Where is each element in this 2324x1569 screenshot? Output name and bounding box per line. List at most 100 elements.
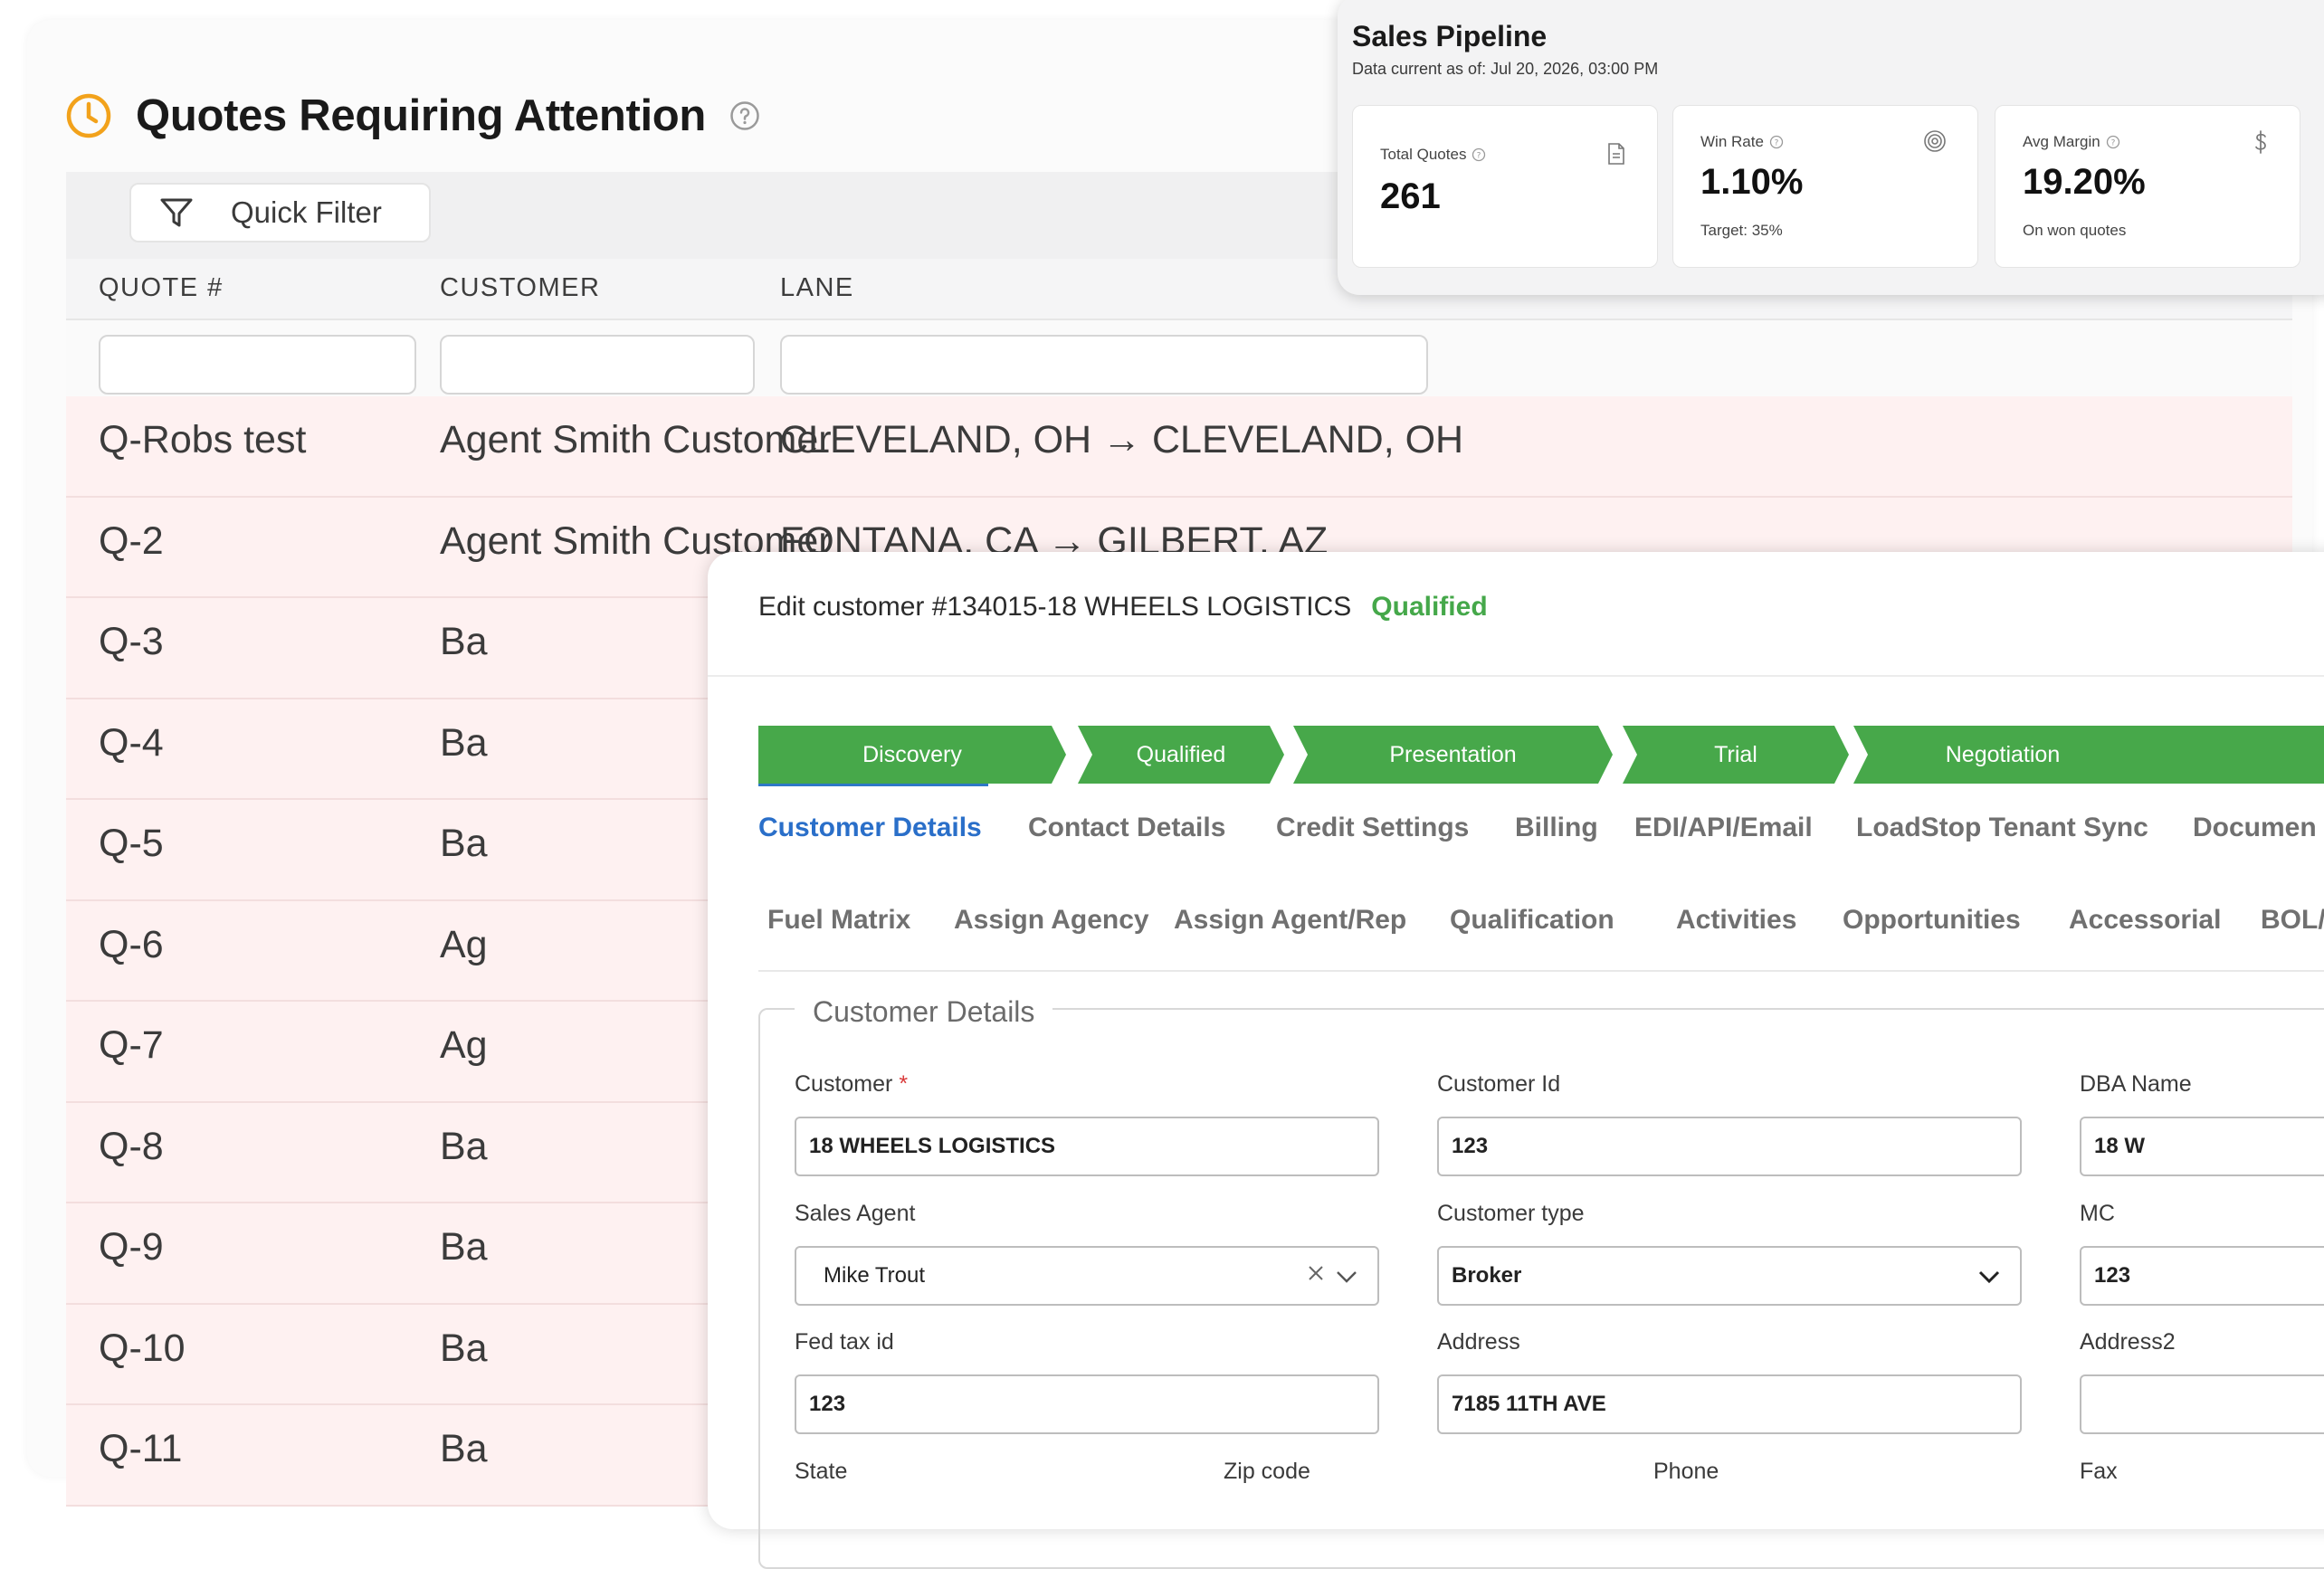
sales-agent-select[interactable]: Mike Trout: [795, 1246, 1379, 1306]
table-row[interactable]: Q-Robs test Agent Smith Customer CLEVELAND…: [66, 396, 2292, 498]
quick-filter-button[interactable]: Quick Filter: [129, 183, 431, 242]
mc-input[interactable]: 123: [2080, 1246, 2324, 1306]
fed-tax-id-input[interactable]: 123: [795, 1374, 1379, 1434]
quote-number-cell: Q-10: [99, 1326, 186, 1370]
stat-note: On won quotes: [2023, 222, 2127, 239]
stat-label-text: Avg Margin: [2023, 133, 2100, 150]
stage-trial[interactable]: Trial: [1623, 726, 1849, 784]
customer-label: Customer *: [795, 1071, 908, 1098]
quote-number-cell: Q-7: [99, 1023, 164, 1067]
customer-id-input[interactable]: 123: [1437, 1117, 2022, 1176]
fed-tax-id-label: Fed tax id: [795, 1329, 894, 1355]
svg-text:?: ?: [1477, 152, 1481, 161]
address2-input[interactable]: [2080, 1374, 2324, 1434]
stage-qualified[interactable]: Qualified: [1078, 726, 1284, 784]
mc-value: 123: [2094, 1263, 2131, 1288]
tab-billing[interactable]: Billing: [1515, 813, 1598, 843]
tab-bol[interactable]: BOL/: [2261, 905, 2324, 936]
tab-fuel-matrix[interactable]: Fuel Matrix: [767, 905, 910, 936]
column-header-customer[interactable]: CUSTOMER: [440, 273, 600, 303]
dialog-title: Edit customer #134015-18 WHEELS LOGISTIC…: [758, 592, 1352, 622]
tab-opportunities[interactable]: Opportunities: [1843, 905, 2021, 936]
stage-presentation[interactable]: Presentation: [1293, 726, 1613, 784]
help-icon[interactable]: [729, 100, 760, 131]
clock-icon: [66, 93, 111, 138]
tab-documents[interactable]: Documen: [2193, 813, 2317, 843]
stage-label: Discovery: [862, 741, 962, 767]
lane-filter-input[interactable]: [780, 335, 1428, 395]
customer-cell: Ba: [440, 620, 488, 663]
fax-label: Fax: [2080, 1459, 2118, 1484]
customer-filter-input[interactable]: [440, 335, 755, 395]
svg-text:?: ?: [1775, 139, 1779, 148]
tab-credit-settings[interactable]: Credit Settings: [1276, 813, 1469, 843]
active-stage-underline: [758, 784, 988, 786]
tab-assign-agency[interactable]: Assign Agency: [954, 905, 1149, 936]
stage-label: Negotiation: [1945, 741, 2061, 767]
customer-label-text: Customer: [795, 1071, 893, 1097]
state-label: State: [795, 1459, 848, 1484]
column-filters: [66, 320, 2292, 400]
tabs-divider: [758, 970, 2324, 972]
customer-id-label: Customer Id: [1437, 1071, 1561, 1097]
stat-value: 19.20%: [2023, 162, 2146, 202]
stat-total-quotes: Total Quotes ? 261: [1352, 105, 1658, 268]
chevron-down-icon[interactable]: [1336, 1269, 1357, 1284]
info-icon: ?: [1769, 135, 1784, 149]
sales-pipeline-card: Sales Pipeline Data current as of: Jul 2…: [1338, 0, 2324, 295]
column-header-quote[interactable]: QUOTE #: [99, 273, 224, 303]
tab-activities[interactable]: Activities: [1676, 905, 1796, 936]
stat-value: 261: [1380, 176, 1441, 216]
pipeline-subtitle: Data current as of: Jul 20, 2026, 03:00 …: [1352, 60, 1659, 78]
customer-cell: Ba: [440, 1427, 488, 1470]
stat-avg-margin: Avg Margin ? 19.20% On won quotes: [1995, 105, 2300, 268]
tab-loadstop-tenant-sync[interactable]: LoadStop Tenant Sync: [1856, 813, 2148, 843]
stat-label: Avg Margin ?: [2023, 133, 2120, 151]
pipeline-title: Sales Pipeline: [1352, 20, 1548, 52]
customer-cell: Ba: [440, 1326, 488, 1370]
edit-customer-dialog: Edit customer #134015-18 WHEELS LOGISTIC…: [708, 552, 2324, 1569]
tab-accessorial[interactable]: Accessorial: [2069, 905, 2221, 936]
stat-label: Total Quotes ?: [1380, 146, 1486, 164]
tab-qualification[interactable]: Qualification: [1450, 905, 1614, 936]
address-input[interactable]: 7185 11TH AVE: [1437, 1374, 2022, 1434]
quote-number-cell: Q-6: [99, 922, 164, 966]
tab-assign-agent-rep[interactable]: Assign Agent/Rep: [1174, 905, 1406, 936]
stat-win-rate: Win Rate ? 1.10% Target: 35%: [1672, 105, 1978, 268]
divider: [708, 675, 2324, 677]
stage-negotiation[interactable]: Negotiation: [1853, 726, 2324, 784]
quote-filter-input[interactable]: [99, 335, 416, 395]
stat-label-text: Total Quotes: [1380, 146, 1467, 163]
quote-number-cell: Q-9: [99, 1225, 164, 1269]
dialog-header: Edit customer #134015-18 WHEELS LOGISTIC…: [758, 592, 1488, 623]
stage-discovery[interactable]: Discovery: [758, 726, 1066, 784]
quote-number-cell: Q-8: [99, 1124, 164, 1168]
stat-note: Target: 35%: [1700, 222, 1783, 239]
customer-name-input[interactable]: 18 WHEELS LOGISTICS: [795, 1117, 1379, 1176]
stat-value: 1.10%: [1700, 162, 1804, 202]
filter-icon: [160, 198, 193, 227]
customer-cell: Agent Smith Customer: [440, 418, 832, 461]
quote-number-cell: Q-11: [99, 1427, 183, 1470]
column-header-lane[interactable]: LANE: [780, 273, 854, 303]
customer-name-value: 18 WHEELS LOGISTICS: [809, 1134, 1056, 1158]
quote-number-cell: Q-3: [99, 620, 164, 663]
quote-number-cell: Q-5: [99, 822, 164, 865]
dba-name-label: DBA Name: [2080, 1071, 2192, 1097]
sales-agent-label: Sales Agent: [795, 1201, 916, 1226]
tab-customer-details[interactable]: Customer Details: [758, 813, 982, 843]
page-title: Quotes Requiring Attention: [136, 91, 707, 140]
clear-icon[interactable]: [1307, 1264, 1325, 1282]
customer-id-value: 123: [1452, 1134, 1489, 1158]
section-title: Customer Details: [795, 995, 1053, 1029]
tab-contact-details[interactable]: Contact Details: [1028, 813, 1225, 843]
pipeline-stages: Discovery Qualified Presentation Trial N…: [758, 726, 2324, 784]
dba-name-input[interactable]: 18 W: [2080, 1117, 2324, 1176]
info-icon: ?: [1472, 147, 1486, 162]
stage-label: Qualified: [1136, 741, 1226, 767]
customer-cell: Ag: [440, 922, 488, 966]
dollar-icon: [2255, 130, 2266, 154]
address-value: 7185 11TH AVE: [1452, 1392, 1606, 1416]
customer-type-select[interactable]: Broker: [1437, 1246, 2022, 1306]
tab-edi-api-email[interactable]: EDI/API/Email: [1634, 813, 1813, 843]
